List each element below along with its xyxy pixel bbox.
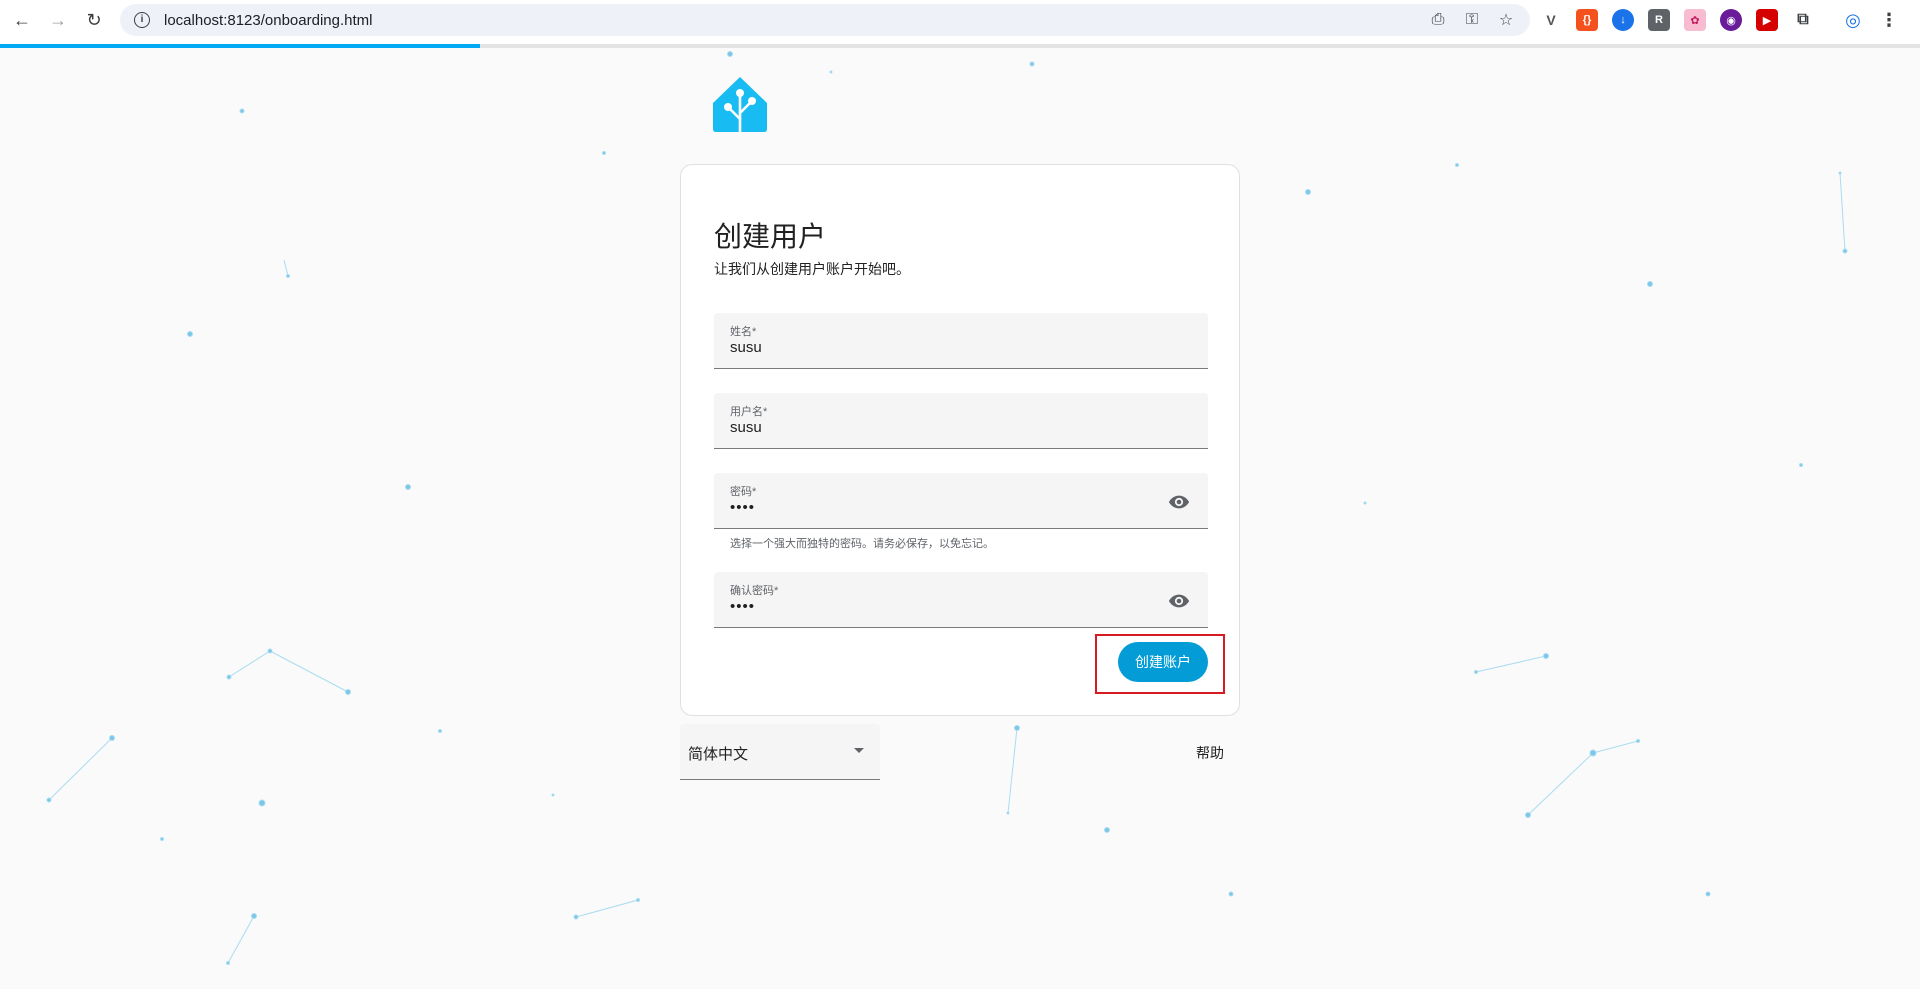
create-account-button[interactable]: 创建账户 xyxy=(1118,642,1208,682)
vue-devtools-icon[interactable]: V xyxy=(1540,9,1562,31)
page-title: 创建用户 xyxy=(714,221,827,252)
create-user-card: 创建用户 让我们从创建用户账户开始吧。 姓名* susu 用户名* susu 密… xyxy=(680,164,1240,716)
dropdown-caret-icon xyxy=(854,748,864,753)
password-label: 密码* xyxy=(730,486,757,498)
extensions-puzzle-icon[interactable]: ⧉ xyxy=(1792,9,1814,31)
video-extension-icon[interactable]: ▶ xyxy=(1756,9,1778,31)
confirm-password-value: •••• xyxy=(730,598,756,615)
password-key-icon[interactable]: ⚿ xyxy=(1462,10,1482,30)
purple-extension-icon[interactable]: ◉ xyxy=(1720,9,1742,31)
name-label: 姓名* xyxy=(730,326,757,338)
site-info-icon[interactable]: i xyxy=(134,12,150,28)
username-field[interactable]: 用户名* susu xyxy=(714,393,1208,449)
profile-icon[interactable]: ◎ xyxy=(1842,9,1864,31)
page-subtitle: 让我们从创建用户账户开始吧。 xyxy=(714,261,910,277)
name-field[interactable]: 姓名* susu xyxy=(714,313,1208,369)
language-select[interactable]: 简体中文 xyxy=(680,724,880,780)
back-icon[interactable]: ← xyxy=(4,2,40,38)
forward-icon[interactable]: → xyxy=(40,2,76,38)
username-value: susu xyxy=(730,419,762,436)
password-helper-text: 选择一个强大而独特的密码。请务必保存，以免忘记。 xyxy=(730,538,994,550)
pink-extension-icon[interactable]: ✿ xyxy=(1684,9,1706,31)
help-link[interactable]: 帮助 xyxy=(1196,743,1224,763)
install-app-icon[interactable]: ⎙ xyxy=(1428,10,1448,30)
browser-menu-icon[interactable]: ⋮ xyxy=(1878,9,1900,31)
show-password-eye-icon[interactable] xyxy=(1168,491,1190,513)
reload-icon[interactable]: ↻ xyxy=(76,2,112,38)
language-value: 简体中文 xyxy=(688,746,749,763)
bookmark-star-icon[interactable]: ☆ xyxy=(1496,10,1516,30)
name-value: susu xyxy=(730,339,762,356)
confirm-password-field[interactable]: 确认密码* •••• xyxy=(714,572,1208,628)
url-text: localhost:8123/onboarding.html xyxy=(164,11,373,29)
confirm-password-label: 确认密码* xyxy=(730,585,779,597)
json-extension-icon[interactable]: {} xyxy=(1576,9,1598,31)
download-extension-icon[interactable]: ↓ xyxy=(1612,9,1634,31)
r-extension-icon[interactable]: R xyxy=(1648,9,1670,31)
username-label: 用户名* xyxy=(730,406,768,418)
home-assistant-logo xyxy=(713,77,767,133)
show-confirm-password-eye-icon[interactable] xyxy=(1168,590,1190,612)
password-value: •••• xyxy=(730,499,756,516)
address-bar[interactable]: i localhost:8123/onboarding.html ⎙ ⚿ ☆ xyxy=(120,4,1530,36)
browser-toolbar: ← → ↻ i localhost:8123/onboarding.html ⎙… xyxy=(0,0,1920,44)
password-field[interactable]: 密码* •••• xyxy=(714,473,1208,529)
